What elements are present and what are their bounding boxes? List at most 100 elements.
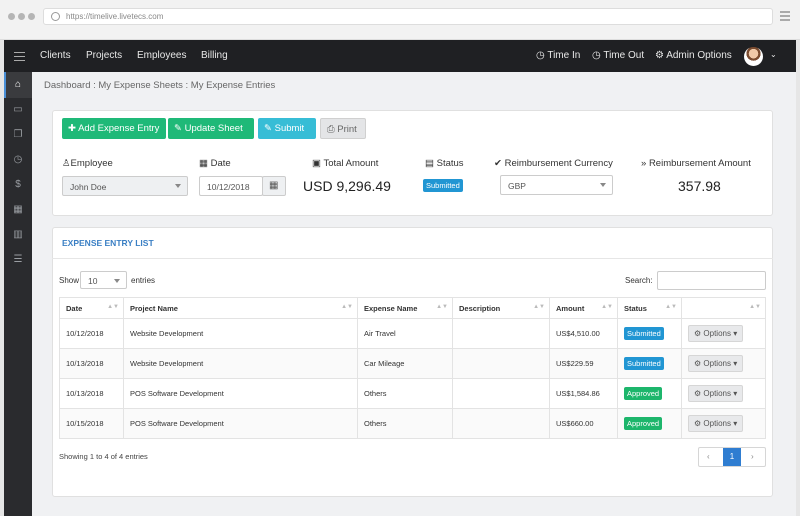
- expense-table: Date ▲▼ Project Name ▲▼ Expense Name ▲▼ Des…: [59, 297, 766, 439]
- currency-label: ✔ Reimbursement Currency: [494, 158, 613, 169]
- reimbursement-amount-value: 357.98: [678, 178, 721, 194]
- page-number-button[interactable]: 1: [723, 448, 741, 466]
- cell-amount: US$4,510.00: [549, 318, 618, 349]
- caret-down-icon: [114, 279, 120, 283]
- cell-actions: ⚙ Options ▾: [681, 318, 766, 349]
- column-expense-name[interactable]: Expense Name ▲▼: [357, 297, 453, 319]
- cell-description: [452, 408, 550, 439]
- total-amount-label: ▣ Total Amount: [312, 158, 379, 169]
- home-icon[interactable]: ⌂: [12, 79, 24, 91]
- cell-actions: ⚙ Options ▾: [681, 408, 766, 439]
- copy-icon[interactable]: ❐: [12, 129, 24, 141]
- employee-select[interactable]: John Doe: [62, 176, 188, 196]
- status-badge: Approved: [624, 417, 663, 430]
- show-label: Show: [59, 276, 80, 285]
- status-badge: Submitted: [423, 179, 463, 192]
- gear-icon: ⚙: [694, 389, 702, 398]
- plus-icon: ✚: [68, 123, 76, 134]
- status-label: ▤ Status: [425, 158, 464, 169]
- calendar-picker-button[interactable]: ▦: [262, 176, 286, 196]
- gear-icon: ⚙: [694, 329, 702, 338]
- clock-icon: ◷: [536, 50, 545, 61]
- search-label: Search:: [625, 276, 653, 285]
- update-sheet-button[interactable]: ✎ Update Sheet: [168, 118, 254, 139]
- window-maximize-dot[interactable]: [28, 13, 35, 20]
- column-project-name[interactable]: Project Name ▲▼: [123, 297, 358, 319]
- top-nav: Clients Projects Employees Billing ◷ Tim…: [4, 40, 796, 72]
- window-close-dot[interactable]: [8, 13, 15, 20]
- print-button[interactable]: ⎙ Print: [320, 118, 366, 139]
- options-button[interactable]: ⚙ Options ▾: [688, 415, 744, 432]
- column-status[interactable]: Status ▲▼: [617, 297, 682, 319]
- submit-button[interactable]: ✎ Submit: [258, 118, 316, 139]
- time-out-button[interactable]: ◷ Time Out: [592, 50, 644, 61]
- calendar-icon[interactable]: ▦: [12, 204, 24, 216]
- chevron-down-icon[interactable]: ⌄: [770, 50, 777, 59]
- column-date[interactable]: Date ▲▼: [59, 297, 124, 319]
- nav-projects[interactable]: Projects: [86, 50, 122, 61]
- status-badge: Submitted: [624, 357, 664, 370]
- cell-actions: ⚙ Options ▾: [681, 348, 766, 379]
- cell-description: [452, 348, 550, 379]
- column-amount[interactable]: Amount ▲▼: [549, 297, 618, 319]
- list-icon[interactable]: ☰: [12, 254, 24, 266]
- folder-icon[interactable]: ▭: [12, 104, 24, 116]
- options-button[interactable]: ⚙ Options ▾: [688, 385, 744, 402]
- chart-icon[interactable]: ▥: [12, 229, 24, 241]
- cell-description: [452, 378, 550, 409]
- options-button[interactable]: ⚙ Options ▾: [688, 325, 744, 342]
- calendar-icon: ▦: [199, 158, 208, 169]
- nav-clients[interactable]: Clients: [40, 50, 71, 61]
- time-in-button[interactable]: ◷ Time In: [536, 50, 580, 61]
- money-icon: ▣: [312, 158, 321, 169]
- total-amount-value: USD 9,296.49: [303, 178, 391, 194]
- caret-down-icon: ▾: [733, 329, 738, 338]
- cell-status: Approved: [617, 408, 682, 439]
- user-icon: ♙: [62, 158, 71, 169]
- clock-icon: ◷: [592, 50, 601, 61]
- cell-expense: Others: [357, 408, 453, 439]
- hamburger-icon[interactable]: [14, 52, 25, 64]
- nav-billing[interactable]: Billing: [201, 50, 228, 61]
- entries-per-page-select[interactable]: 10: [80, 271, 127, 289]
- caret-down-icon: [175, 184, 181, 188]
- calendar-icon: ▦: [269, 180, 279, 191]
- cell-actions: ⚙ Options ▾: [681, 378, 766, 409]
- sort-icon: ▲▼: [665, 304, 677, 310]
- date-input[interactable]: 10/12/2018: [199, 176, 263, 196]
- add-expense-entry-button[interactable]: ✚ Add Expense Entry: [62, 118, 166, 139]
- sort-icon: ▲▼: [601, 304, 613, 310]
- money-icon: »: [641, 158, 647, 169]
- clock-icon[interactable]: ◷: [12, 154, 24, 166]
- employee-label: ♙Employee: [62, 158, 113, 169]
- chevron-left-icon[interactable]: ‹: [707, 452, 710, 461]
- edit-icon: ✎: [174, 123, 182, 134]
- chevron-right-icon[interactable]: ›: [751, 452, 754, 461]
- column-description[interactable]: Description ▲▼: [452, 297, 550, 319]
- cell-date: 10/15/2018: [59, 408, 124, 439]
- options-button[interactable]: ⚙ Options ▾: [688, 355, 744, 372]
- table-row: 10/13/2018 POS Software Development Othe…: [59, 378, 766, 409]
- dollar-icon[interactable]: $: [12, 179, 24, 191]
- nav-employees[interactable]: Employees: [137, 50, 186, 61]
- table-row: 10/12/2018 Website Development Air Trave…: [59, 318, 766, 349]
- list-title: EXPENSE ENTRY LIST: [62, 238, 154, 248]
- search-input[interactable]: [657, 271, 766, 290]
- currency-select[interactable]: GBP: [500, 175, 613, 195]
- cell-expense: Air Travel: [357, 318, 453, 349]
- address-bar[interactable]: https://timelive.livetecs.com: [43, 8, 773, 25]
- cell-status: Approved: [617, 378, 682, 409]
- sort-icon: ▲▼: [533, 304, 545, 310]
- breadcrumb: Dashboard : My Expense Sheets : My Expen…: [44, 80, 276, 91]
- admin-options-button[interactable]: ⚙ Admin Options: [655, 50, 732, 61]
- sidebar: ⌂ ▭ ❐ ◷ $ ▦ ▥ ☰: [4, 72, 32, 516]
- caret-down-icon: ▾: [733, 419, 738, 428]
- gear-icon: ⚙: [694, 419, 702, 428]
- cell-date: 10/13/2018: [59, 378, 124, 409]
- window-minimize-dot[interactable]: [18, 13, 25, 20]
- table-header-row: Date ▲▼ Project Name ▲▼ Expense Name ▲▼ Des…: [59, 297, 766, 319]
- browser-menu-icon[interactable]: [780, 11, 790, 23]
- browser-chrome: https://timelive.livetecs.com: [0, 0, 800, 40]
- check-icon: ✔: [494, 158, 502, 169]
- avatar[interactable]: [744, 47, 763, 66]
